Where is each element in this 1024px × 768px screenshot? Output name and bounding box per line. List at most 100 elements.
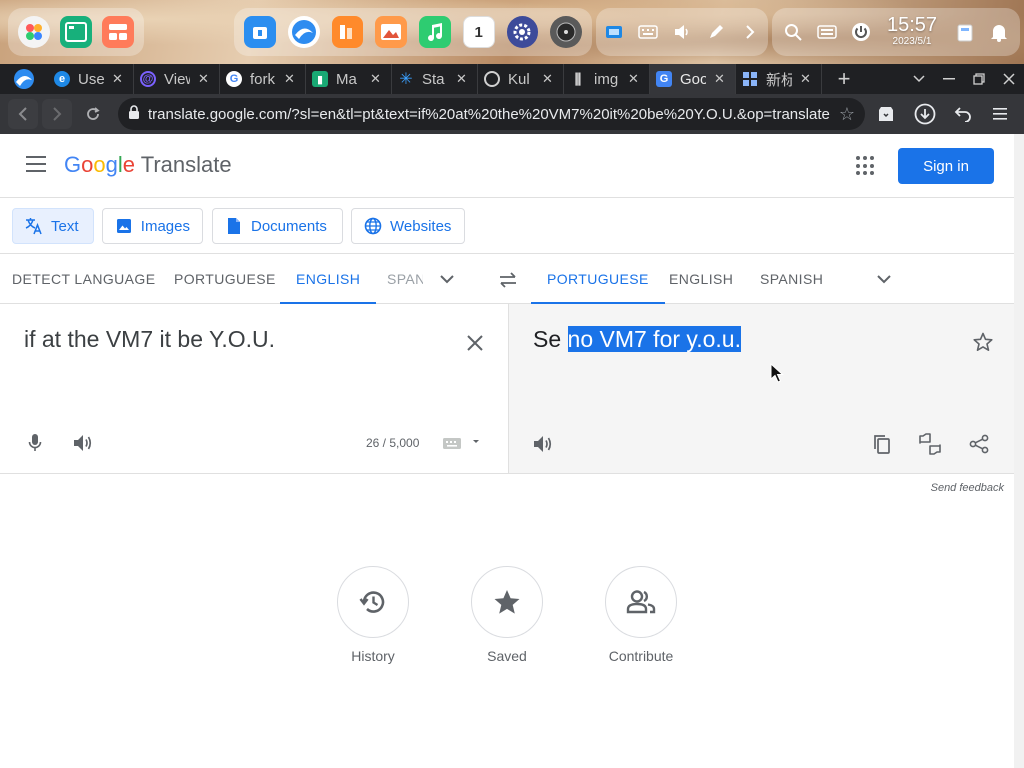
source-lang-spanish[interactable]: SPANISH xyxy=(387,254,423,304)
google-translate-logo[interactable]: Google Translate xyxy=(64,152,232,178)
browser-profile-icon[interactable] xyxy=(0,64,48,94)
office-icon[interactable] xyxy=(331,16,364,48)
source-text-input[interactable]: if at the VM7 it be Y.O.U. xyxy=(24,326,275,353)
source-text-panel: if at the VM7 it be Y.O.U. 26 / 5,000 xyxy=(0,304,508,474)
forward-icon[interactable] xyxy=(42,99,72,129)
target-lang-more-chevron-icon[interactable] xyxy=(874,269,894,289)
source-lang-english[interactable]: ENGLISH xyxy=(280,254,377,304)
bookmark-star-icon[interactable]: ☆ xyxy=(839,104,865,125)
mode-websites-button[interactable]: Websites xyxy=(351,208,465,244)
source-listen-icon[interactable] xyxy=(72,432,94,454)
photos-icon[interactable] xyxy=(375,16,407,48)
google-apps-icon[interactable] xyxy=(856,156,876,176)
target-lang-spanish[interactable]: SPANISH xyxy=(760,254,823,304)
tab-sta[interactable]: ✳ Sta ✕ xyxy=(392,64,478,94)
calendar-icon[interactable]: 1 xyxy=(462,16,495,48)
browser-tab-strip: e Use ✕ @ View ✕ G fork ✕ ▮ Ma ✕ ✳ Sta ✕… xyxy=(0,64,1024,94)
tab-img[interactable]: ⫼ img ✕ xyxy=(564,64,650,94)
tab-new-tab[interactable]: 新标 ✕ xyxy=(736,64,822,94)
disk-icon[interactable] xyxy=(550,16,583,48)
close-window-icon[interactable] xyxy=(994,64,1024,94)
contribute-label: Contribute xyxy=(608,648,674,664)
page-scrollbar[interactable] xyxy=(1014,134,1024,768)
tab-close-icon[interactable]: ✕ xyxy=(456,71,467,87)
url-text[interactable]: translate.google.com/?sl=en&tl=pt&text=i… xyxy=(148,106,831,123)
saved-button[interactable]: Saved xyxy=(457,566,557,664)
app-grid-icon[interactable] xyxy=(102,16,134,48)
translation-listen-icon[interactable] xyxy=(531,432,555,456)
send-feedback-link[interactable]: Send feedback xyxy=(900,482,1004,494)
save-translation-star-icon[interactable] xyxy=(971,330,995,354)
launcher-icon[interactable] xyxy=(18,16,50,48)
source-lang-portuguese[interactable]: PORTUGUESE xyxy=(174,254,276,304)
swap-languages-icon[interactable] xyxy=(496,268,520,292)
mouse-cursor-icon xyxy=(770,362,784,383)
music-icon[interactable] xyxy=(419,16,451,48)
target-lang-english[interactable]: ENGLISH xyxy=(669,254,733,304)
tab-title: View xyxy=(164,70,190,88)
sign-in-button[interactable]: Sign in xyxy=(898,148,994,184)
notification-bell-icon[interactable] xyxy=(988,20,1010,44)
at-icon: @ xyxy=(140,71,156,87)
screenshot-icon[interactable] xyxy=(602,20,626,44)
download-icon[interactable] xyxy=(913,102,937,126)
tab-close-icon[interactable]: ✕ xyxy=(714,71,725,87)
tab-close-icon[interactable]: ✕ xyxy=(284,71,295,87)
keyboard-icon[interactable] xyxy=(636,20,660,44)
microphone-icon[interactable] xyxy=(24,432,46,454)
undo-icon[interactable] xyxy=(951,102,975,126)
tab-close-icon[interactable]: ✕ xyxy=(800,71,811,87)
new-tab-button[interactable]: + xyxy=(822,64,866,94)
taskbar-center-dock: 1 xyxy=(234,8,592,56)
tab-close-icon[interactable]: ✕ xyxy=(628,71,639,87)
trash-icon[interactable] xyxy=(954,20,976,44)
tab-close-icon[interactable]: ✕ xyxy=(112,71,123,87)
contribute-button[interactable]: Contribute xyxy=(591,566,691,664)
main-menu-icon[interactable] xyxy=(26,156,46,172)
extensions-icon[interactable] xyxy=(874,102,898,126)
tab-search-chevron-icon[interactable] xyxy=(904,64,934,94)
tab-view[interactable]: @ View ✕ xyxy=(134,64,220,94)
tab-fork[interactable]: G fork ✕ xyxy=(220,64,306,94)
restore-icon[interactable] xyxy=(964,64,994,94)
settings-icon[interactable] xyxy=(506,16,539,48)
search-icon[interactable] xyxy=(782,20,804,44)
terminal-icon[interactable] xyxy=(60,16,92,48)
browser-icon[interactable] xyxy=(287,16,320,48)
clock[interactable]: 15:57 2023/5/1 xyxy=(882,14,942,48)
input-tools-keyboard-icon[interactable] xyxy=(442,435,482,451)
source-lang-more-chevron-icon[interactable] xyxy=(437,269,457,289)
power-icon[interactable] xyxy=(850,20,872,44)
rate-translation-icon[interactable] xyxy=(918,432,942,456)
copy-translation-icon[interactable] xyxy=(870,432,894,456)
source-lang-detect[interactable]: DETECT LANGUAGE xyxy=(12,254,155,304)
back-icon[interactable] xyxy=(8,99,38,129)
target-lang-portuguese[interactable]: PORTUGUESE xyxy=(531,254,665,304)
clear-text-icon[interactable] xyxy=(464,332,486,354)
share-translation-icon[interactable] xyxy=(967,432,991,456)
app-store-icon[interactable] xyxy=(244,16,276,48)
mode-images-button[interactable]: Images xyxy=(102,208,203,244)
chevron-right-icon[interactable] xyxy=(738,20,762,44)
minimize-icon[interactable] xyxy=(934,64,964,94)
menu-icon[interactable] xyxy=(988,102,1012,126)
translation-output-text[interactable]: Se no VM7 for y.o.u. xyxy=(533,326,741,353)
pen-icon[interactable] xyxy=(704,20,728,44)
translation-selected-text[interactable]: no VM7 for y.o.u. xyxy=(567,326,741,352)
mode-documents-button[interactable]: Documents xyxy=(212,208,343,244)
tab-close-icon[interactable]: ✕ xyxy=(370,71,381,87)
tab-google-translate[interactable]: G Goo ✕ xyxy=(650,64,736,94)
google-wordmark-letter: o xyxy=(93,152,106,177)
mode-text-button[interactable]: Text xyxy=(12,208,94,244)
tab-kul[interactable]: Kul ✕ xyxy=(478,64,564,94)
history-button[interactable]: History xyxy=(323,566,423,664)
reload-icon[interactable] xyxy=(78,99,108,129)
volume-icon[interactable] xyxy=(670,20,694,44)
lock-icon[interactable] xyxy=(128,105,140,123)
tab-close-icon[interactable]: ✕ xyxy=(198,71,209,87)
address-bar[interactable]: translate.google.com/?sl=en&tl=pt&text=i… xyxy=(118,98,865,130)
tab-use[interactable]: e Use ✕ xyxy=(48,64,134,94)
tab-close-icon[interactable]: ✕ xyxy=(542,71,553,87)
tab-ma[interactable]: ▮ Ma ✕ xyxy=(306,64,392,94)
input-method-icon[interactable] xyxy=(816,20,838,44)
